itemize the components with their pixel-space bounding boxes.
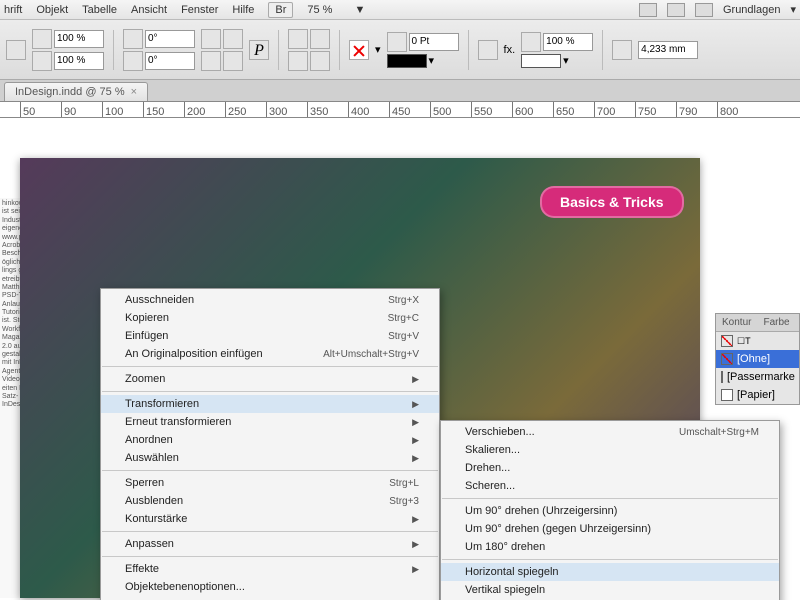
kontur-tab[interactable]: Kontur — [716, 314, 757, 331]
rotation-field[interactable]: 0° — [145, 30, 195, 48]
swatch-none-icon[interactable] — [721, 335, 733, 347]
select-next-icon[interactable] — [310, 51, 330, 71]
context-menu[interactable]: AusschneidenStrg+XKopierenStrg+CEinfügen… — [100, 288, 440, 600]
menu-item-objektebenenoptionen-[interactable]: Objektebenenoptionen... — [101, 578, 439, 596]
menu-item-scheren-[interactable]: Scheren... — [441, 477, 779, 495]
transform-submenu[interactable]: Verschieben...Umschalt+Strg+MSkalieren..… — [440, 420, 780, 600]
drop-shadow-icon[interactable] — [478, 40, 498, 60]
scale-x-icon — [32, 29, 52, 49]
menu-tabelle[interactable]: Tabelle — [82, 4, 117, 16]
bridge-button[interactable]: Br — [268, 2, 293, 18]
select-prev-icon[interactable] — [288, 51, 308, 71]
menu-item-effekte[interactable]: Effekte▶ — [101, 560, 439, 578]
menu-ansicht[interactable]: Ansicht — [131, 4, 167, 16]
rotate-icon — [123, 29, 143, 49]
close-icon[interactable]: × — [131, 86, 137, 98]
opacity-icon — [521, 32, 541, 52]
scale-y-field[interactable]: 100 % — [54, 52, 104, 70]
menu-item-zoomen[interactable]: Zoomen▶ — [101, 370, 439, 388]
rotate-ccw-icon[interactable] — [201, 51, 221, 71]
farbe-tab[interactable]: Farbe — [757, 314, 795, 331]
swatch-paper[interactable]: [Papier] — [737, 389, 775, 401]
select-content-icon[interactable] — [310, 29, 330, 49]
document-tab-bar: InDesign.indd @ 75 % × — [0, 80, 800, 102]
menu-item-drehen-[interactable]: Drehen... — [441, 459, 779, 477]
menu-item-an-originalposition-einf-gen[interactable]: An Originalposition einfügenAlt+Umschalt… — [101, 345, 439, 363]
text-wrap-icon[interactable] — [612, 40, 632, 60]
canvas-area[interactable]: hinkowitz ist gel... Er ist seit vielen … — [0, 118, 800, 600]
stroke-weight-icon — [387, 32, 407, 52]
menu-fenster[interactable]: Fenster — [181, 4, 218, 16]
menu-item-um-180-drehen[interactable]: Um 180° drehen — [441, 538, 779, 556]
dimension-field[interactable]: 4,233 mm — [638, 41, 698, 59]
menu-item-transformieren[interactable]: Transformieren▶ — [101, 395, 439, 413]
scale-y-icon — [32, 51, 52, 71]
screen-mode-icon[interactable] — [639, 3, 657, 17]
menu-item-anpassen[interactable]: Anpassen▶ — [101, 535, 439, 553]
select-container-icon[interactable] — [288, 29, 308, 49]
stroke-weight-field[interactable]: 0 Pt — [409, 33, 459, 51]
rotate-cw-icon[interactable] — [201, 29, 221, 49]
swatch-none[interactable]: [Ohne] — [737, 353, 770, 365]
ref-point-icon[interactable] — [6, 40, 26, 60]
swatch-paper-sw[interactable] — [721, 389, 733, 401]
swatches-panel[interactable]: Kontur Farbe ☐T [Ohne] [Passermarke [Pap… — [715, 313, 800, 405]
flip-v-icon[interactable] — [223, 51, 243, 71]
swatch-none-sw[interactable] — [721, 353, 733, 365]
document-tab[interactable]: InDesign.indd @ 75 % × — [4, 82, 148, 101]
menu-item-vertikal-spiegeln[interactable]: Vertikal spiegeln — [441, 581, 779, 599]
menu-item-kopieren[interactable]: KopierenStrg+C — [101, 309, 439, 327]
menu-schrift[interactable]: hrift — [4, 4, 22, 16]
workspace-switcher[interactable]: Grundlagen — [723, 4, 781, 16]
menu-item-skalieren-[interactable]: Skalieren... — [441, 441, 779, 459]
menu-item-horizontal-spiegeln[interactable]: Horizontal spiegeln — [441, 563, 779, 581]
menu-item-um-90-drehen-uhrzeigersinn-[interactable]: Um 90° drehen (Uhrzeigersinn) — [441, 502, 779, 520]
scale-x-field[interactable]: 100 % — [54, 30, 104, 48]
flip-h-icon[interactable] — [223, 29, 243, 49]
menu-objekt[interactable]: Objekt — [36, 4, 68, 16]
menu-item-ausblenden[interactable]: AusblendenStrg+3 — [101, 492, 439, 510]
opacity-field[interactable]: 100 % — [543, 33, 593, 51]
menu-item-erneut-transformieren[interactable]: Erneut transformieren▶ — [101, 413, 439, 431]
menu-item-beschriftungen[interactable]: Beschriftungen▶ — [101, 596, 439, 600]
menu-item-um-90-drehen-gegen-uhrzeigersinn-[interactable]: Um 90° drehen (gegen Uhrzeigersinn) — [441, 520, 779, 538]
menu-item-verschieben-[interactable]: Verschieben...Umschalt+Strg+M — [441, 423, 779, 441]
menu-item-sperren[interactable]: SperrenStrg+L — [101, 474, 439, 492]
fill-none-icon[interactable] — [349, 40, 369, 60]
menu-item-anordnen[interactable]: Anordnen▶ — [101, 431, 439, 449]
menu-hilfe[interactable]: Hilfe — [232, 4, 254, 16]
horizontal-ruler: 5090100150200250300350400450500550600650… — [0, 102, 800, 118]
shear-icon — [123, 51, 143, 71]
menu-item-einf-gen[interactable]: EinfügenStrg+V — [101, 327, 439, 345]
menu-item-konturst-rke[interactable]: Konturstärke▶ — [101, 510, 439, 528]
basics-tricks-badge[interactable]: Basics & Tricks — [540, 186, 684, 218]
swatch-registration[interactable]: [Passermarke — [727, 371, 795, 383]
tab-title: InDesign.indd @ 75 % — [15, 86, 125, 98]
swatch-registration-sw[interactable] — [721, 371, 723, 383]
menu-bar: hrift Objekt Tabelle Ansicht Fenster Hil… — [0, 0, 800, 20]
stroke-style[interactable] — [387, 54, 427, 68]
fx-button[interactable]: fx. — [504, 44, 516, 56]
zoom-display[interactable]: 75 % — [307, 4, 332, 16]
blend-mode[interactable] — [521, 54, 561, 68]
arrange-icon[interactable] — [667, 3, 685, 17]
menu-item-ausschneiden[interactable]: AusschneidenStrg+X — [101, 291, 439, 309]
p-icon[interactable]: P — [249, 40, 269, 60]
control-panel: 100 % 100 % 0° 0° P ▾ 0 Pt ▾ fx. 100 % ▾… — [0, 20, 800, 80]
shear-field[interactable]: 0° — [145, 52, 195, 70]
menu-item-ausw-hlen[interactable]: Auswählen▶ — [101, 449, 439, 467]
view-options-icon[interactable] — [695, 3, 713, 17]
